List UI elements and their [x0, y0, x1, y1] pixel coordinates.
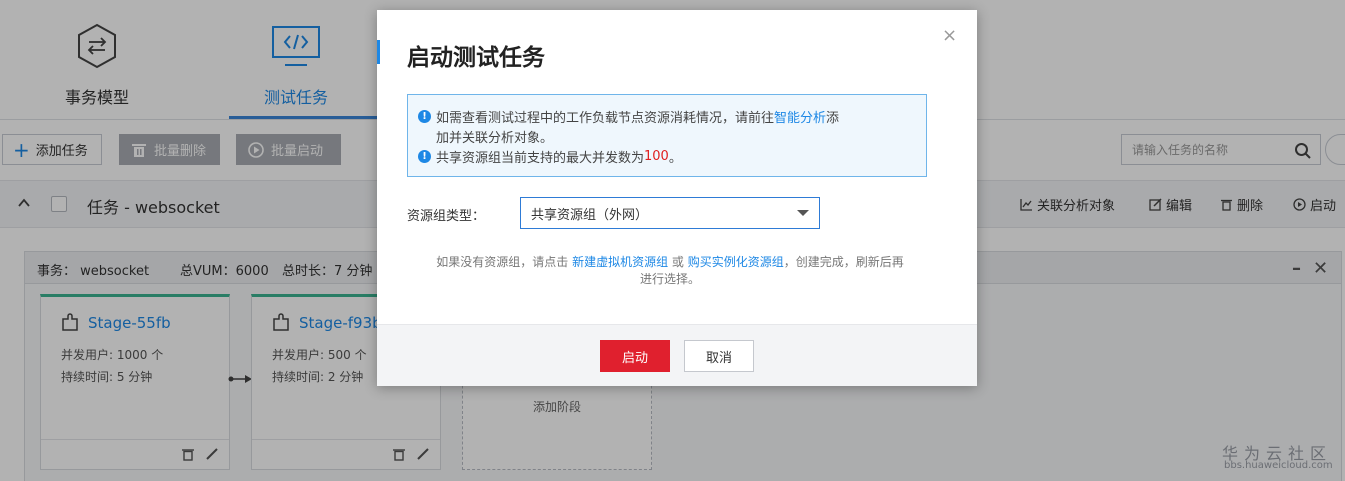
create-vm-resource-group-link[interactable]: 新建虚拟机资源组	[572, 255, 668, 269]
resource-group-select[interactable]: 共享资源组（外网）	[520, 197, 820, 229]
chevron-down-icon	[797, 210, 809, 216]
info-icon: !	[418, 110, 431, 123]
dialog-footer	[377, 324, 977, 386]
info-text: 如需查看测试过程中的工作负载节点资源消耗情况，请前往	[436, 111, 775, 126]
info-text: 添	[826, 111, 840, 126]
smart-analysis-link[interactable]: 智能分析	[774, 107, 826, 126]
buy-instance-resource-group-link[interactable]: 购买实例化资源组	[688, 255, 784, 269]
dialog-title: 启动测试任务	[407, 45, 545, 71]
hint-text: 或	[668, 255, 688, 269]
hint-text: 如果没有资源组，请点击	[436, 255, 573, 269]
resource-hint: 如果没有资源组，请点击 新建虚拟机资源组 或 购买实例化资源组，创建完成，刷新后…	[425, 253, 915, 270]
info-icon: !	[418, 150, 431, 163]
close-icon[interactable]: ×	[942, 25, 957, 46]
resource-hint-2: 进行选择。	[425, 270, 915, 287]
hint-text: 进行选择。	[639, 272, 700, 286]
max-concurrency-value: 100	[644, 149, 669, 164]
info-text: 。	[668, 151, 682, 166]
hint-text: ，创建完成，刷新后再	[783, 255, 904, 269]
title-accent-bar	[377, 40, 380, 64]
info-text: 加并关联分析对象。	[436, 131, 554, 146]
start-button[interactable]: 启动	[600, 340, 670, 372]
info-text: 共享资源组当前支持的最大并发数为	[436, 151, 645, 166]
resource-group-value: 共享资源组（外网）	[531, 207, 649, 223]
info-line-2: ! 共享资源组当前支持的最大并发数为 100 。	[418, 147, 682, 166]
resource-group-label: 资源组类型：	[407, 209, 486, 224]
info-line-1: ! 如需查看测试过程中的工作负载节点资源消耗情况，请前往 智能分析 添	[418, 107, 839, 126]
cancel-button[interactable]: 取消	[684, 340, 754, 372]
info-line-1b: 加并关联分析对象。	[436, 127, 553, 146]
